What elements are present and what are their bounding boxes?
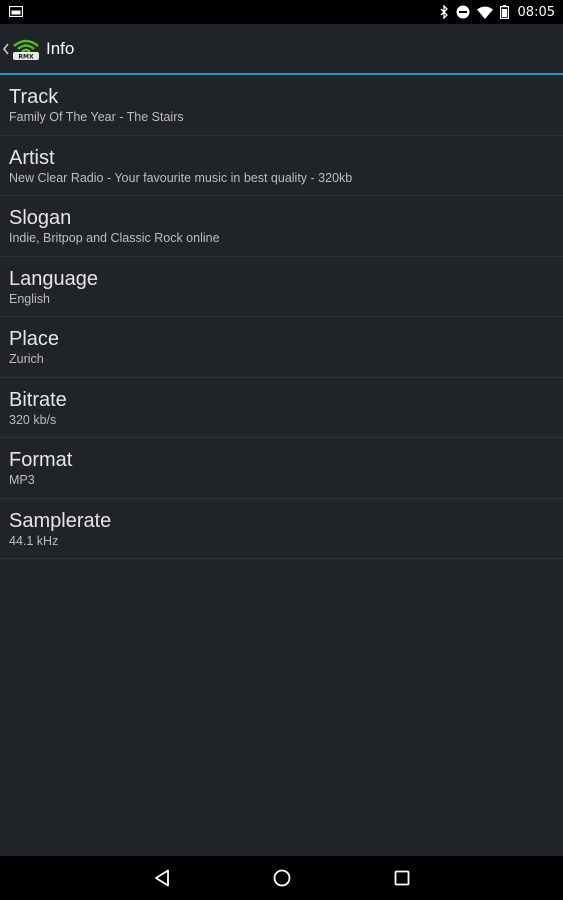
recents-icon [394,870,410,886]
info-row-language: Language English [0,257,563,317]
action-bar: RMX Info [0,24,563,74]
page-title: Info [46,39,75,58]
battery-icon [499,5,509,19]
info-value: New Clear Radio - Your favourite music i… [9,170,353,185]
info-value: MP3 [9,473,35,487]
back-icon [155,869,169,887]
info-value: Zurich [9,352,44,366]
info-label: Place [9,328,60,350]
back-button[interactable] [142,862,182,894]
navigation-bar [0,856,563,900]
info-label: Format [9,449,73,471]
home-button[interactable] [262,862,302,894]
info-label: Track [9,86,59,108]
info-value: 320 kb/s [9,412,57,427]
home-icon [273,869,291,887]
info-row-bitrate: Bitrate 320 kb/s [0,378,563,438]
app-logo-icon: RMX [13,39,39,61]
info-value: 44.1 kHz [9,533,59,548]
info-list: Track Family Of The Year - The Stairs Ar… [0,75,563,559]
bluetooth-icon [440,5,448,19]
info-row-slogan: Slogan Indie, Britpop and Classic Rock o… [0,196,563,257]
info-row-samplerate: Samplerate 44.1 kHz [0,499,563,559]
recents-button[interactable] [382,862,422,894]
info-label: Slogan [9,207,72,229]
chevron-left-icon [3,43,9,55]
status-time: 08:05 [517,4,555,20]
info-label: Artist [9,146,55,169]
wifi-icon [476,6,493,19]
info-value: Family Of The Year - The Stairs [9,110,184,124]
info-value: English [9,291,50,306]
app-logo-text: RMX [18,54,34,61]
info-value: Indie, Britpop and Classic Rock online [9,231,220,245]
info-row-artist: Artist New Clear Radio - Your favourite … [0,136,563,196]
info-label: Bitrate [9,388,67,411]
status-icons: 08:05 [440,0,555,24]
info-row-format: Format MP3 [0,438,563,499]
info-row-place: Place Zurich [0,317,563,378]
info-label: Language [9,267,98,290]
info-label: Samplerate [9,509,112,532]
status-bar: 08:05 [0,0,563,24]
do-not-disturb-icon [456,5,470,19]
screenshot-icon [9,6,23,17]
info-row-track: Track Family Of The Year - The Stairs [0,75,563,136]
